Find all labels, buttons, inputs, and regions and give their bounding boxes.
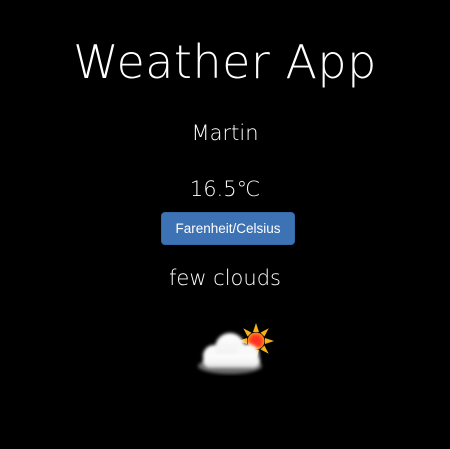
temperature-value: 16.5℃ <box>189 177 261 201</box>
unit-toggle-button[interactable]: Farenheit/Celsius <box>161 212 295 245</box>
few-clouds-icon <box>190 320 274 376</box>
page-title: Weather App <box>73 35 377 89</box>
city-name: Martin <box>191 121 259 145</box>
weather-description: few clouds <box>169 266 281 290</box>
weather-app: Weather App Martin 16.5℃ Farenheit/Celsi… <box>0 0 450 449</box>
